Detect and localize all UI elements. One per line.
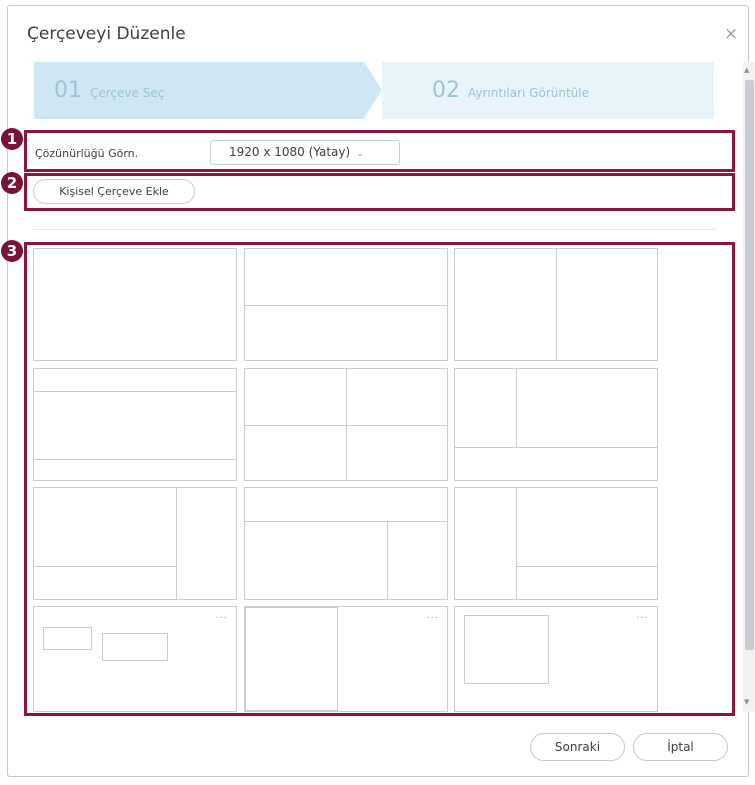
scrollbar-thumb[interactable] bbox=[745, 80, 754, 650]
step-2: 02 Ayrıntıları Görüntüle bbox=[382, 62, 714, 119]
next-button[interactable]: Sonraki bbox=[530, 733, 625, 761]
step-2-label: Ayrıntıları Görüntüle bbox=[468, 86, 589, 100]
callout-badge-3: 3 bbox=[1, 240, 23, 262]
divider bbox=[33, 229, 717, 230]
step-1-label: Çerçeve Seç bbox=[90, 86, 165, 100]
callout-box-3 bbox=[24, 242, 735, 716]
step-arrow bbox=[364, 62, 382, 118]
scroll-up-icon[interactable]: ▲ bbox=[744, 66, 749, 74]
step-1: 01 Çerçeve Seç bbox=[34, 62, 364, 119]
callout-box-2 bbox=[24, 173, 735, 211]
wizard-steps: 01 Çerçeve Seç 02 Ayrıntıları Görüntüle bbox=[34, 62, 714, 119]
step-1-number: 01 bbox=[54, 78, 82, 103]
close-icon[interactable]: × bbox=[724, 24, 738, 44]
step-2-number: 02 bbox=[432, 78, 460, 103]
callout-box-1 bbox=[24, 130, 735, 172]
dialog-title: Çerçeveyi Düzenle bbox=[27, 24, 186, 44]
callout-badge-2: 2 bbox=[1, 172, 23, 194]
callout-badge-1: 1 bbox=[1, 128, 23, 150]
scroll-down-icon[interactable]: ▼ bbox=[744, 698, 749, 706]
cancel-button[interactable]: İptal bbox=[633, 733, 728, 761]
scrollbar[interactable]: ▲ ▼ bbox=[743, 62, 755, 712]
